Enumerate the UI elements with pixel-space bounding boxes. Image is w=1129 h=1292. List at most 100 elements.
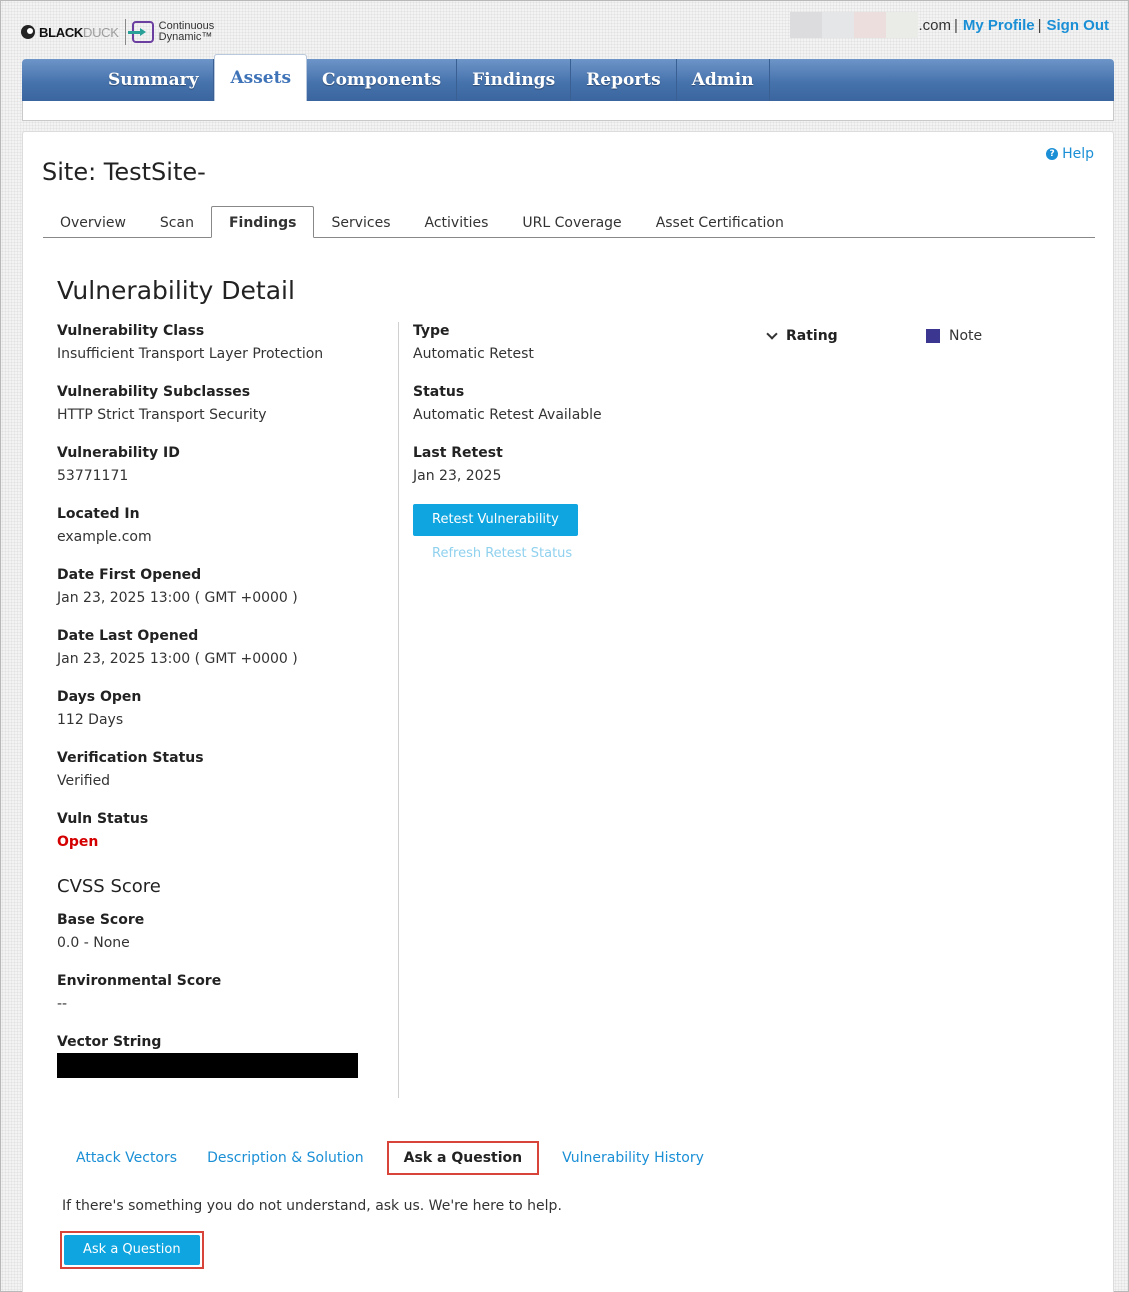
brand-black-text: BLACK — [39, 24, 83, 40]
field-value: 0.0 - None — [57, 935, 130, 951]
main-nav: Summary Assets Components Findings Repor… — [22, 54, 1114, 101]
tab-ask-a-question[interactable]: Ask a Question — [386, 1141, 540, 1175]
page-frame: BLACK DUCK Continuous Dynamic™ .com | My … — [0, 0, 1129, 1292]
field-label: Vector String — [57, 1034, 162, 1050]
field-value: Jan 23, 2025 — [413, 468, 502, 484]
field-label: Vulnerability Subclasses — [57, 384, 251, 400]
field-label: Type — [413, 323, 450, 339]
separator: | — [954, 16, 958, 34]
separator: | — [1037, 16, 1042, 34]
field-label: Environmental Score — [57, 973, 222, 989]
field-date-first-opened: Date First Opened Jan 23, 2025 13:00 ( G… — [57, 566, 397, 627]
field-label: Date Last Opened — [57, 628, 199, 644]
subnav-strip — [22, 101, 1114, 121]
tab-vulnerability-history[interactable]: Vulnerability History — [547, 1141, 719, 1175]
field-label: Verification Status — [57, 750, 204, 766]
section-title: Vulnerability Detail — [57, 276, 295, 305]
help-label: Help — [1062, 146, 1094, 162]
ask-question-help-text: If there's something you do not understa… — [62, 1198, 562, 1214]
field-label: Status — [413, 384, 465, 400]
field-label: Vulnerability Class — [57, 323, 205, 339]
user-area: .com | My Profile | Sign Out — [790, 12, 1110, 38]
field-label: Date First Opened — [57, 567, 202, 583]
tab-scan[interactable]: Scan — [143, 206, 211, 237]
rating-label: Rating — [786, 328, 838, 344]
tab-attack-vectors[interactable]: Attack Vectors — [61, 1141, 192, 1175]
field-value: 112 Days — [57, 712, 124, 728]
continuous-dynamic-icon — [127, 21, 154, 43]
retest-vulnerability-button[interactable]: Retest Vulnerability — [413, 504, 578, 536]
nav-assets[interactable]: Assets — [214, 54, 308, 101]
nav-reports[interactable]: Reports — [571, 59, 677, 101]
field-days-open: Days Open 112 Days — [57, 688, 397, 749]
retest-column: Type Automatic Retest Status Automatic R… — [413, 322, 733, 561]
blackduck-logo: BLACK DUCK — [21, 25, 119, 40]
field-date-last-opened: Date Last Opened Jan 23, 2025 13:00 ( GM… — [57, 627, 397, 688]
my-profile-link[interactable]: My Profile — [963, 17, 1035, 34]
field-label: Base Score — [57, 912, 145, 928]
redacted-vector-string — [57, 1053, 358, 1078]
field-verification-status: Verification Status Verified — [57, 749, 397, 810]
chevron-down-icon — [766, 328, 778, 340]
brand-divider — [124, 19, 126, 45]
nav-findings[interactable]: Findings — [457, 59, 572, 101]
field-value: Verified — [57, 773, 111, 789]
field-label: Vulnerability ID — [57, 445, 180, 461]
page-title: Site: TestSite- — [42, 158, 206, 186]
field-type: Type Automatic Retest — [413, 322, 733, 383]
field-vuln-status: Vuln Status Open — [57, 810, 397, 872]
tab-description-solution[interactable]: Description & Solution — [192, 1141, 379, 1175]
vuln-status-badge: Open — [57, 834, 99, 850]
nav-components[interactable]: Components — [307, 59, 458, 101]
field-environmental-score: Environmental Score -- — [57, 972, 397, 1033]
column-divider — [398, 322, 399, 1098]
product-name-line2: Dynamic™ — [158, 31, 213, 43]
field-vector-string: Vector String — [57, 1033, 397, 1094]
details-column: Vulnerability Class Insufficient Transpo… — [57, 322, 397, 1094]
duck-icon — [21, 25, 35, 39]
help-icon: ? — [1046, 148, 1059, 160]
rating-toggle[interactable]: Rating Note — [765, 328, 1005, 344]
nav-admin[interactable]: Admin — [677, 59, 770, 101]
user-domain: .com — [918, 16, 951, 34]
field-value: 53771171 — [57, 468, 129, 484]
field-vulnerability-subclasses: Vulnerability Subclasses HTTP Strict Tra… — [57, 383, 397, 444]
field-located-in: Located In example.com — [57, 505, 397, 566]
field-value: Automatic Retest Available — [413, 407, 602, 423]
rating-value: Note — [949, 328, 983, 344]
nav-summary[interactable]: Summary — [93, 59, 215, 101]
tab-findings[interactable]: Findings — [210, 206, 315, 238]
field-last-retest: Last Retest Jan 23, 2025 — [413, 444, 733, 504]
field-label: Vuln Status — [57, 811, 149, 827]
field-vulnerability-class: Vulnerability Class Insufficient Transpo… — [57, 322, 397, 383]
field-value: HTTP Strict Transport Security — [57, 407, 267, 423]
field-label: Last Retest — [413, 445, 503, 461]
rating-color-swatch — [926, 329, 940, 343]
field-label: Days Open — [57, 689, 142, 705]
field-base-score: Base Score 0.0 - None — [57, 911, 397, 972]
field-value: Insufficient Transport Layer Protection — [57, 346, 324, 362]
refresh-retest-status-link[interactable]: Refresh Retest Status — [432, 546, 733, 561]
field-vulnerability-id: Vulnerability ID 53771171 — [57, 444, 397, 505]
redacted-user-email — [790, 12, 919, 38]
tab-url-coverage[interactable]: URL Coverage — [505, 206, 638, 237]
brand-logos[interactable]: BLACK DUCK Continuous Dynamic™ — [21, 17, 214, 47]
product-name: Continuous Dynamic™ — [159, 21, 215, 43]
ask-a-question-button[interactable]: Ask a Question — [64, 1235, 200, 1265]
site-tabs: Overview Scan Findings Services Activiti… — [43, 206, 1095, 238]
field-value: -- — [57, 996, 68, 1012]
tab-asset-certification[interactable]: Asset Certification — [639, 206, 801, 237]
cvss-title: CVSS Score — [57, 876, 161, 897]
tab-overview[interactable]: Overview — [43, 206, 143, 237]
brand-duck-text: DUCK — [83, 24, 119, 40]
detail-tabs: Attack Vectors Description & Solution As… — [61, 1141, 719, 1175]
field-value: example.com — [57, 529, 152, 545]
tab-services[interactable]: Services — [314, 206, 407, 237]
ask-question-highlight: Ask a Question — [60, 1231, 204, 1269]
content-card: ? Help Site: TestSite- Overview Scan Fin… — [22, 131, 1114, 1292]
sign-out-link[interactable]: Sign Out — [1047, 17, 1110, 34]
field-status: Status Automatic Retest Available — [413, 383, 733, 444]
help-link[interactable]: ? Help — [1046, 146, 1094, 162]
field-value: Automatic Retest — [413, 346, 534, 362]
tab-activities[interactable]: Activities — [408, 206, 506, 237]
